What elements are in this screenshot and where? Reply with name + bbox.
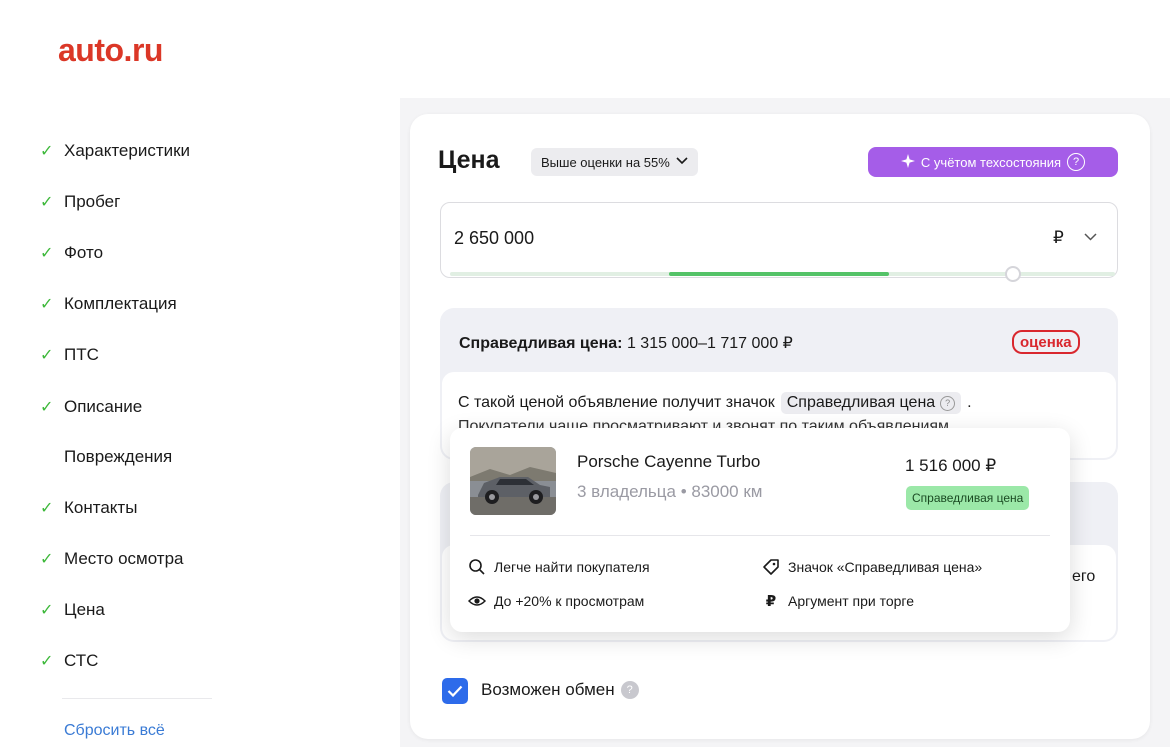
fair-price-range: 1 315 000–1 717 000 ₽	[626, 335, 793, 352]
sidebar-item-label: Контакты	[64, 498, 138, 517]
benefit-find-buyer: Легче найти покупателя	[468, 558, 650, 576]
benefit-views: До +20% к просмотрам	[468, 592, 644, 610]
sidebar-item-pts[interactable]: ✓ ПТС	[40, 343, 99, 367]
sidebar-item-contacts[interactable]: ✓ Контакты	[40, 496, 137, 520]
benefit-bargain: ₽ Аргумент при торге	[762, 592, 914, 610]
tech-button-label: С учётом техсостояния	[920, 154, 1062, 170]
check-icon: ✓	[40, 347, 54, 364]
sidebar-item-inspection-place[interactable]: ✓ Место осмотра	[40, 547, 184, 571]
check-icon: ✓	[40, 245, 54, 262]
price-value[interactable]: 2 650 000	[454, 228, 534, 249]
sidebar-item-mileage[interactable]: ✓ Пробег	[40, 190, 120, 214]
sidebar-item-label: Характеристики	[64, 141, 191, 160]
check-icon: ✓	[40, 143, 54, 160]
fair-price-label: Справедливая цена:	[459, 335, 623, 352]
fair-range-fill	[669, 272, 889, 276]
tech-condition-button[interactable]: С учётом техсостояния ?	[868, 147, 1118, 177]
benefit-label: Значок «Справедливая цена»	[788, 559, 983, 575]
tag-icon	[762, 558, 780, 576]
sidebar-item-label: Описание	[64, 397, 143, 416]
ocenka-badge: оценка	[1012, 330, 1080, 354]
estimate-dropdown[interactable]: Выше оценки на 55%	[531, 148, 698, 176]
question-icon[interactable]: ?	[1067, 153, 1086, 171]
check-icon: ✓	[40, 602, 54, 619]
section-title: Цена	[438, 146, 500, 174]
exchange-label[interactable]: Возможен обмен ?	[481, 680, 639, 700]
logo[interactable]: auto.ru	[58, 32, 163, 69]
car-name: Porsche Cayenne Turbo	[577, 452, 761, 471]
sidebar-item-label: СТС	[64, 651, 99, 670]
currency-select[interactable]: ₽	[1053, 228, 1064, 248]
benefit-label: До +20% к просмотрам	[494, 593, 645, 609]
estimate-label: Выше оценки на 55%	[541, 154, 670, 170]
exchange-checkbox[interactable]	[442, 678, 468, 704]
question-icon[interactable]: ?	[620, 681, 639, 699]
benefit-label: Легче найти покупателя	[494, 559, 650, 575]
check-icon: ✓	[40, 500, 54, 517]
check-icon: ✓	[40, 399, 54, 416]
car-photo	[470, 447, 556, 515]
sidebar-item-sts[interactable]: ✓ СТС	[40, 649, 98, 673]
sidebar-divider	[62, 698, 212, 699]
sidebar-item-price[interactable]: ✓ Цена	[40, 598, 105, 622]
benefit-badge: Значок «Справедливая цена»	[762, 558, 982, 576]
sidebar-item-damage[interactable]: Повреждения	[40, 445, 172, 469]
check-icon: ✓	[40, 296, 54, 313]
fair-price-title: Справедливая цена: 1 315 000–1 717 000 ₽	[459, 333, 793, 353]
popup-divider	[470, 535, 1050, 536]
fair-price-chip[interactable]: Справедливая цена ?	[780, 392, 962, 414]
sidebar-item-label: Комплектация	[64, 294, 177, 313]
car-meta: 3 владельца • 83000 км	[577, 482, 763, 501]
sidebar-item-label: Цена	[64, 600, 105, 619]
sidebar-item-label: ПТС	[64, 345, 99, 364]
check-icon: ✓	[40, 194, 54, 211]
benefit-label: Аргумент при торге	[788, 593, 915, 609]
fair-price-badge: Справедливая цена	[906, 486, 1030, 510]
fair-text-after: .	[967, 394, 972, 411]
price-slider-thumb[interactable]	[1005, 266, 1021, 282]
search-icon	[468, 558, 486, 576]
fair-text-before: С такой ценой объявление получит значок	[458, 394, 775, 411]
sparkle-icon	[900, 153, 915, 171]
sidebar-item-photo[interactable]: ✓ Фото	[40, 241, 103, 265]
check-icon: ✓	[40, 653, 54, 670]
eye-icon	[468, 592, 486, 610]
fair-price-text: С такой ценой объявление получит значок …	[458, 392, 972, 414]
question-icon[interactable]: ?	[940, 395, 956, 411]
chip-label: Справедливая цена	[786, 394, 936, 411]
reset-all-link[interactable]: Сбросить всё	[64, 722, 165, 740]
sidebar-item-label: Место осмотра	[64, 549, 184, 568]
car-price: 1 516 000 ₽	[905, 456, 997, 475]
sidebar-item-equipment[interactable]: ✓ Комплектация	[40, 292, 177, 316]
ruble-icon: ₽	[765, 593, 777, 610]
secondary-text-fragment: его	[1072, 568, 1096, 585]
chevron-down-icon[interactable]	[1084, 229, 1097, 244]
header: auto.ru	[0, 0, 1170, 98]
sidebar-item-description[interactable]: ✓ Описание	[40, 395, 142, 419]
exchange-text: Возможен обмен	[481, 680, 615, 699]
check-icon: ✓	[40, 551, 54, 568]
sidebar-item-label: Пробег	[64, 192, 121, 211]
sidebar-item-label: Фото	[64, 243, 104, 262]
fair-price-text-line2: Покупатели чаще просматривают и звонят п…	[458, 418, 950, 428]
chevron-down-icon	[676, 156, 688, 168]
sidebar-item-label: Повреждения	[64, 447, 173, 466]
sidebar-item-characteristics[interactable]: ✓ Характеристики	[40, 139, 190, 163]
